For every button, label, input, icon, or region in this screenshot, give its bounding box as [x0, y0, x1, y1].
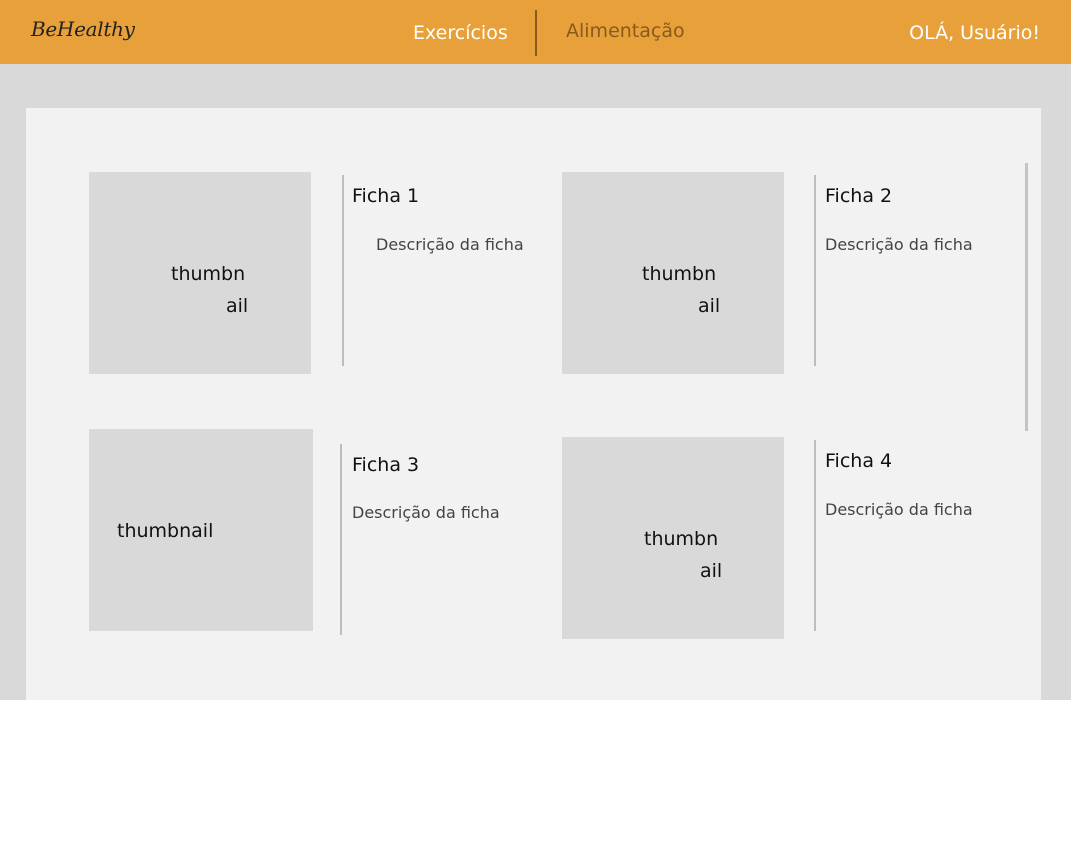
card-4-thumbnail-text-line-1: thumbn: [644, 528, 719, 550]
panel-scrollbar[interactable]: [1025, 163, 1028, 431]
card-3-thumbnail-text-line-1: thumbnail: [117, 520, 214, 542]
card-1-description: Descrição da ficha: [376, 235, 524, 254]
card-4-thumbnail-text-line-2: ail: [700, 560, 723, 582]
card-2-description: Descrição da ficha: [825, 235, 973, 254]
card-1-divider: [342, 175, 344, 366]
top-navbar: BeHealthy Exercícios Alimentação OLÁ, Us…: [0, 0, 1071, 64]
nav-divider: [535, 10, 537, 56]
card-3-description: Descrição da ficha: [352, 503, 500, 522]
nav-exercicios-link[interactable]: Exercícios: [413, 22, 508, 44]
card-1-thumbnail[interactable]: thumbn ail: [89, 172, 311, 374]
card-2-divider: [814, 175, 816, 366]
card-3-thumbnail[interactable]: thumbnail: [89, 429, 313, 631]
card-2-thumbnail[interactable]: thumbn ail: [562, 172, 784, 374]
card-1-thumbnail-text-line-2: ail: [226, 295, 249, 317]
card-4-description: Descrição da ficha: [825, 500, 973, 519]
user-greeting[interactable]: OLÁ, Usuário!: [909, 22, 1040, 44]
app-logo[interactable]: BeHealthy: [31, 17, 135, 41]
card-4-divider: [814, 440, 816, 631]
card-3-title[interactable]: Ficha 3: [352, 454, 419, 476]
nav-alimentacao-link[interactable]: Alimentação: [566, 20, 685, 42]
card-2-thumbnail-text-line-2: ail: [698, 295, 721, 317]
card-1-title[interactable]: Ficha 1: [352, 185, 419, 207]
card-2-thumbnail-text-line-1: thumbn: [642, 263, 717, 285]
card-4-thumbnail[interactable]: thumbn ail: [562, 437, 784, 639]
card-2-title[interactable]: Ficha 2: [825, 185, 892, 207]
card-4-title[interactable]: Ficha 4: [825, 450, 892, 472]
card-1-thumbnail-text-line-1: thumbn: [171, 263, 246, 285]
card-3-divider: [340, 444, 342, 635]
